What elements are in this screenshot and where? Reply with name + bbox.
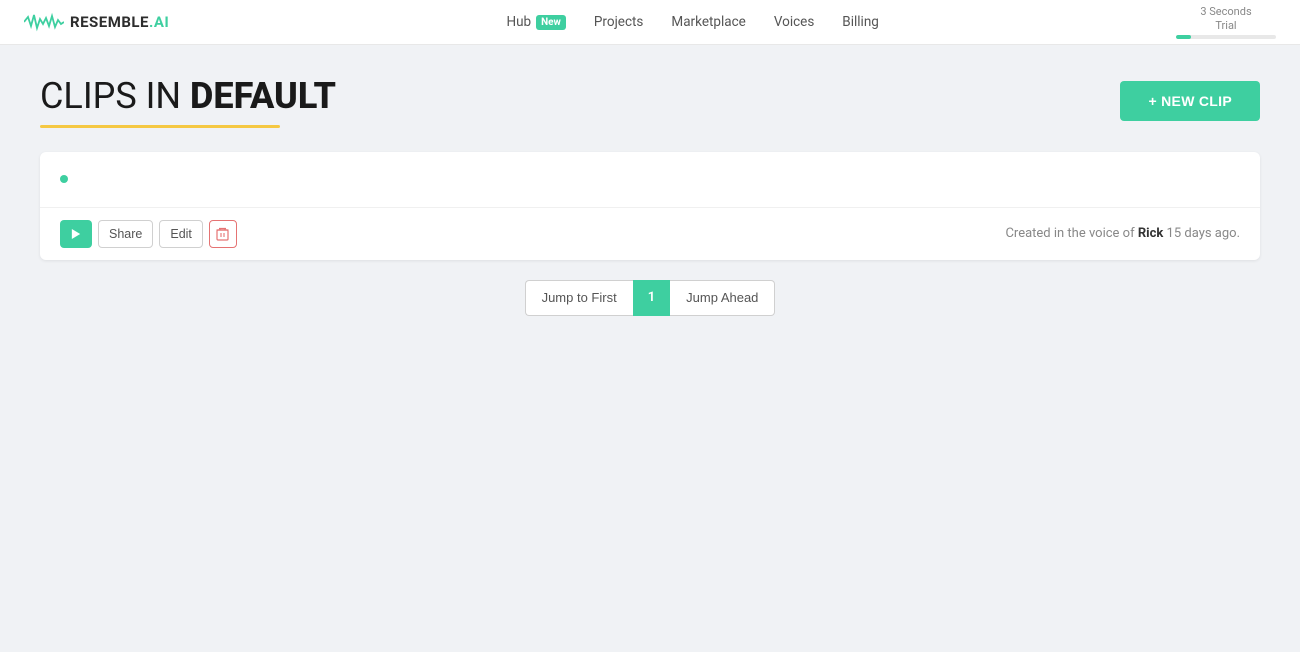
clip-actions-row: Share Edit Created in the voice of Rick (40, 208, 1260, 260)
pagination: Jump to First 1 Jump Ahead (40, 280, 1260, 316)
waveform-dot (60, 175, 68, 183)
nav-marketplace[interactable]: Marketplace (671, 14, 745, 30)
new-clip-button[interactable]: + NEW CLIP (1120, 81, 1260, 121)
navbar: RESEMBLE.AI Hub New Projects Marketplace… (0, 0, 1300, 45)
edit-button[interactable]: Edit (159, 220, 203, 248)
clip-meta: Created in the voice of Rick 15 days ago… (1005, 226, 1240, 241)
nav-hub[interactable]: Hub New (506, 14, 565, 30)
trial-block: 3 Seconds Trial (1176, 5, 1276, 40)
delete-button[interactable] (209, 220, 237, 248)
clip-card: Share Edit Created in the voice of Rick (40, 152, 1260, 260)
page-header: CLIPS IN DEFAULT + NEW CLIP (40, 77, 1260, 128)
hub-badge: New (536, 15, 566, 30)
trash-icon (216, 227, 229, 241)
title-underline (40, 125, 280, 128)
clip-buttons: Share Edit (60, 220, 237, 248)
jump-to-first-button[interactable]: Jump to First (525, 280, 633, 316)
page-title: CLIPS IN DEFAULT (40, 77, 336, 117)
main-content: CLIPS IN DEFAULT + NEW CLIP Share Edit (0, 45, 1300, 348)
nav-voices[interactable]: Voices (774, 14, 814, 30)
brand-logo[interactable]: RESEMBLE.AI (24, 11, 169, 33)
nav-links: Hub New Projects Marketplace Voices Bill… (209, 14, 1176, 30)
page-title-block: CLIPS IN DEFAULT (40, 77, 336, 128)
clip-waveform-row (40, 152, 1260, 208)
brand-name: RESEMBLE.AI (70, 13, 169, 31)
nav-billing[interactable]: Billing (842, 14, 879, 30)
jump-ahead-button[interactable]: Jump Ahead (670, 280, 775, 316)
trial-progress-bar (1176, 35, 1276, 39)
current-page-number: 1 (633, 280, 670, 316)
nav-projects[interactable]: Projects (594, 14, 644, 30)
play-icon (71, 229, 81, 239)
trial-bar-fill (1176, 35, 1191, 39)
share-button[interactable]: Share (98, 220, 153, 248)
waveform-icon (24, 11, 64, 33)
trial-text: 3 Seconds Trial (1200, 5, 1251, 34)
play-button[interactable] (60, 220, 92, 248)
